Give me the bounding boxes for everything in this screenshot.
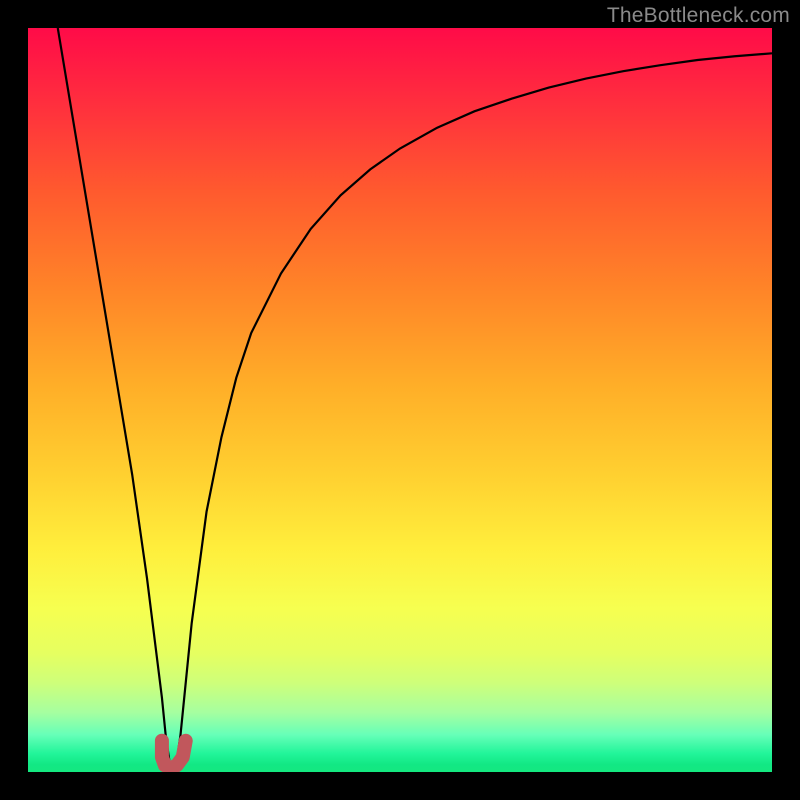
bottleneck-curve	[58, 28, 772, 768]
outer-frame: TheBottleneck.com	[0, 0, 800, 800]
chart-svg	[28, 28, 772, 772]
plot-area	[28, 28, 772, 772]
watermark-text: TheBottleneck.com	[607, 4, 790, 28]
optimal-marker	[162, 741, 186, 769]
